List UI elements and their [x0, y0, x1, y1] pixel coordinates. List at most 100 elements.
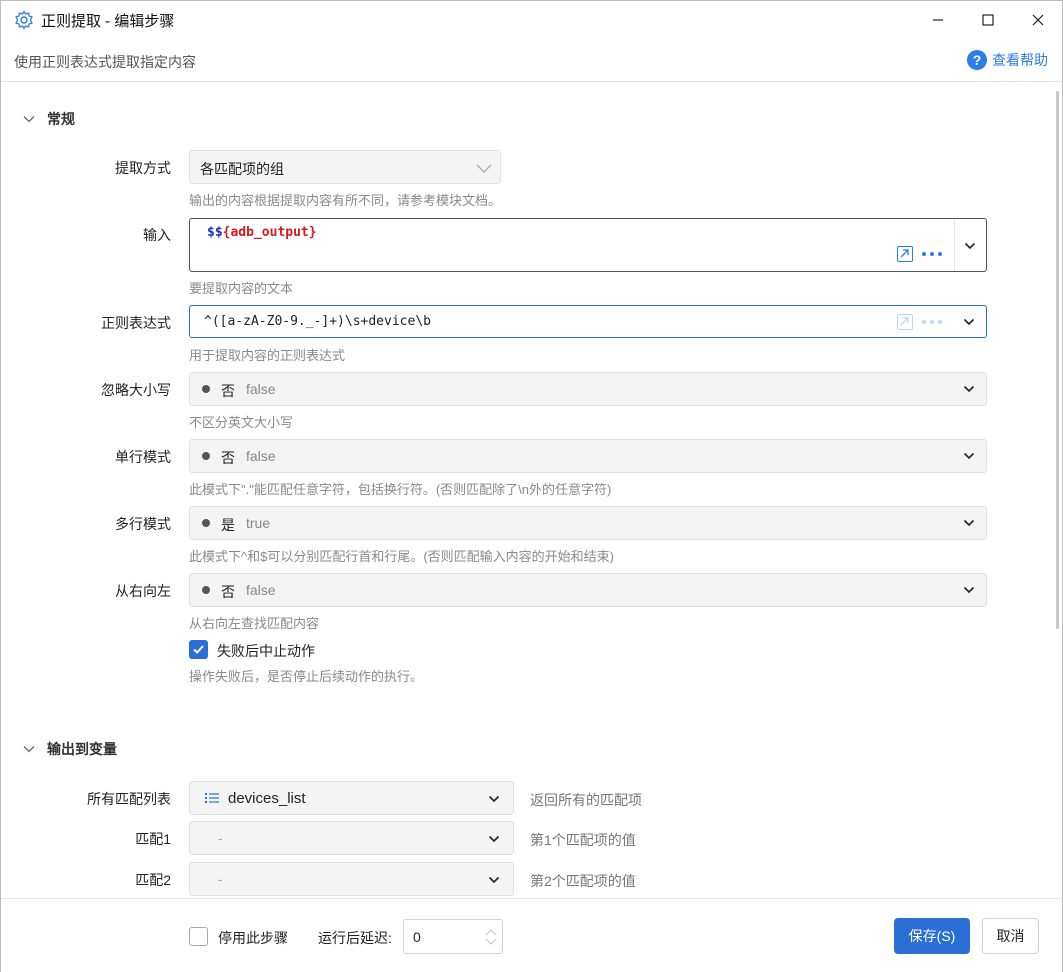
more-dots-icon[interactable]: [922, 252, 942, 256]
help-link[interactable]: ? 查看帮助: [967, 50, 1048, 70]
chevron-down-icon[interactable]: [963, 316, 975, 328]
chevron-down-icon: [963, 385, 975, 393]
output-row-label: 所有匹配列表: [87, 791, 171, 807]
right-to-left-hint: 从右向左查找匹配内容: [189, 616, 320, 631]
match2-value: -: [218, 871, 223, 887]
chevron-down-icon: [23, 746, 35, 753]
bool-dot-icon: [202, 452, 210, 460]
ignore-case-en: false: [246, 381, 276, 397]
input-variable: {adb_output}: [222, 225, 317, 240]
section-general-header[interactable]: 常规: [23, 109, 75, 129]
spinner-icon[interactable]: [484, 928, 498, 946]
ignore-case-label: 忽略大小写: [101, 382, 171, 398]
delay-input[interactable]: 0: [403, 919, 503, 954]
more-dots-icon[interactable]: [922, 320, 942, 324]
all-matches-desc: 返回所有的匹配项: [530, 792, 642, 808]
footer-bar: 停用此步骤 运行后延迟: 0 保存(S) 取消: [1, 898, 1062, 972]
chevron-down-icon: [963, 519, 975, 527]
chevron-down-icon: [963, 452, 975, 460]
chevron-down-icon: [488, 876, 500, 884]
chevron-down-icon: [23, 116, 35, 123]
divider: [954, 219, 955, 271]
help-icon: ?: [967, 50, 987, 70]
minimize-icon: [933, 19, 943, 21]
bool-dot-icon: [202, 385, 210, 393]
output-row-label: 匹配1: [135, 831, 171, 847]
single-line-hint: 此模式下"."能匹配任意字符，包括换行符。(否则匹配除了\n外的任意字符): [189, 482, 612, 497]
minimize-button[interactable]: [913, 1, 963, 39]
multi-line-select[interactable]: 是 true: [189, 506, 987, 540]
input-prefix: $$: [207, 225, 223, 240]
section-general-title: 常规: [47, 111, 75, 127]
disable-step-checkbox[interactable]: [189, 927, 208, 946]
expand-icon[interactable]: [897, 246, 913, 262]
dialog-window: 正则提取 - 编辑步骤 使用正则表达式提取指定内容 ? 查看帮助 常规 提取方式…: [0, 0, 1063, 972]
title-bar: 正则提取 - 编辑步骤: [1, 1, 1062, 39]
cancel-button[interactable]: 取消: [982, 918, 1039, 954]
bool-dot-icon: [202, 519, 210, 527]
regex-hint: 用于提取内容的正则表达式: [189, 348, 346, 363]
match2-select[interactable]: -: [189, 862, 514, 896]
regex-input[interactable]: ^([a-zA-Z0-9._-]+)\s+device\b: [189, 305, 987, 338]
extract-mode-label: 提取方式: [115, 160, 171, 176]
extract-mode-select[interactable]: 各匹配项的组: [189, 150, 501, 184]
ignore-case-select[interactable]: 否 false: [189, 372, 987, 406]
disable-step-label[interactable]: 停用此步骤: [218, 928, 288, 948]
chevron-down-icon: [488, 795, 500, 803]
chevron-down-icon: [963, 586, 975, 594]
input-hint: 要提取内容的文本: [189, 281, 294, 296]
multi-line-en: true: [246, 515, 271, 531]
delay-value: 0: [413, 929, 421, 945]
multi-line-cn: 是: [221, 517, 235, 533]
match1-select[interactable]: -: [189, 821, 514, 855]
stop-on-fail-checkbox[interactable]: [189, 640, 208, 659]
single-line-cn: 否: [221, 450, 235, 466]
window-title: 正则提取 - 编辑步骤: [41, 13, 175, 30]
chevron-down-icon: [476, 164, 492, 173]
output-row-label: 匹配2: [135, 872, 171, 888]
regex-label: 正则表达式: [101, 315, 171, 331]
section-output-header[interactable]: 输出到变量: [23, 739, 117, 759]
section-output-title: 输出到变量: [47, 741, 117, 757]
checkmark-icon: [193, 645, 204, 654]
ignore-case-hint: 不区分英文大小写: [189, 415, 294, 430]
stop-on-fail-hint: 操作失败后，是否停止后续动作的执行。: [189, 669, 424, 684]
input-value: $${adb_output}: [207, 225, 317, 240]
match2-desc: 第2个匹配项的值: [530, 873, 636, 889]
single-line-select[interactable]: 否 false: [189, 439, 987, 473]
chevron-down-icon[interactable]: [964, 240, 976, 252]
maximize-icon: [982, 14, 994, 26]
stop-on-fail-label[interactable]: 失败后中止动作: [217, 641, 315, 661]
all-matches-select[interactable]: devices_list: [189, 781, 514, 815]
multi-line-label: 多行模式: [115, 516, 171, 532]
content-area[interactable]: 常规 提取方式 各匹配项的组 输出的内容根据提取内容有所不同，请参考模块文档。 …: [1, 83, 1062, 898]
all-matches-value: devices_list: [228, 790, 306, 807]
ignore-case-cn: 否: [221, 383, 235, 399]
input-label: 输入: [143, 227, 171, 243]
match1-desc: 第1个匹配项的值: [530, 832, 636, 848]
close-button[interactable]: [1013, 1, 1063, 39]
chevron-down-icon: [488, 835, 500, 843]
scrollbar-thumb[interactable]: [1056, 91, 1059, 629]
right-to-left-en: false: [246, 582, 276, 598]
single-line-en: false: [246, 448, 276, 464]
right-to-left-select[interactable]: 否 false: [189, 573, 987, 607]
right-to-left-cn: 否: [221, 584, 235, 600]
gear-icon: [15, 10, 33, 30]
expand-icon[interactable]: [897, 314, 913, 330]
match1-value: -: [218, 830, 223, 846]
close-icon: [1032, 14, 1044, 26]
subtitle-bar: 使用正则表达式提取指定内容 ? 查看帮助: [1, 39, 1062, 82]
save-button[interactable]: 保存(S): [894, 918, 970, 954]
regex-value: ^([a-zA-Z0-9._-]+)\s+device\b: [204, 314, 431, 329]
extract-mode-hint: 输出的内容根据提取内容有所不同，请参考模块文档。: [189, 193, 502, 208]
delay-label: 运行后延迟:: [318, 930, 392, 946]
single-line-label: 单行模式: [115, 449, 171, 465]
input-textarea[interactable]: $${adb_output}: [189, 218, 987, 272]
help-label: 查看帮助: [992, 52, 1048, 68]
right-to-left-label: 从右向左: [115, 583, 171, 599]
list-icon: [205, 793, 219, 803]
maximize-button[interactable]: [963, 1, 1013, 39]
multi-line-hint: 此模式下^和$可以分别匹配行首和行尾。(否则匹配输入内容的开始和结束): [189, 549, 614, 564]
dialog-subtitle: 使用正则表达式提取指定内容: [14, 54, 196, 70]
